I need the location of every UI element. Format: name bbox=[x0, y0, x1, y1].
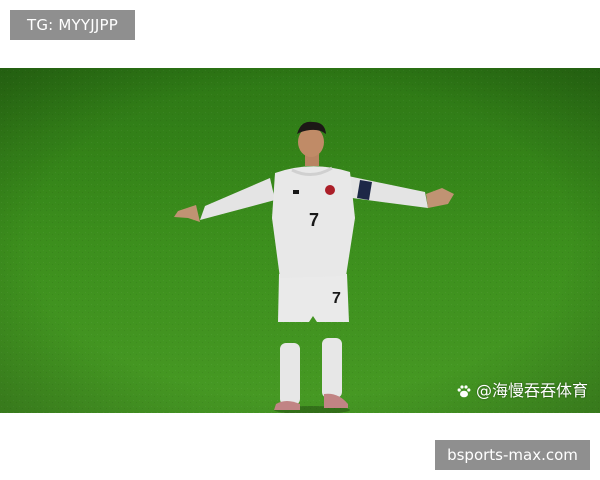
photo: 7 7 bbox=[0, 68, 600, 413]
soccer-player-photo: 7 7 bbox=[0, 68, 600, 413]
page: TG: MYYJJPP @海慢吞吞体育 bsports-max.com bbox=[0, 0, 600, 480]
watermark-text: @海慢吞吞体育 bbox=[475, 381, 588, 400]
paw-icon bbox=[456, 383, 472, 399]
site-badge: bsports-max.com bbox=[435, 440, 590, 470]
watermark: @海慢吞吞体育 bbox=[456, 381, 588, 401]
tg-badge: TG: MYYJJPP bbox=[10, 10, 135, 40]
